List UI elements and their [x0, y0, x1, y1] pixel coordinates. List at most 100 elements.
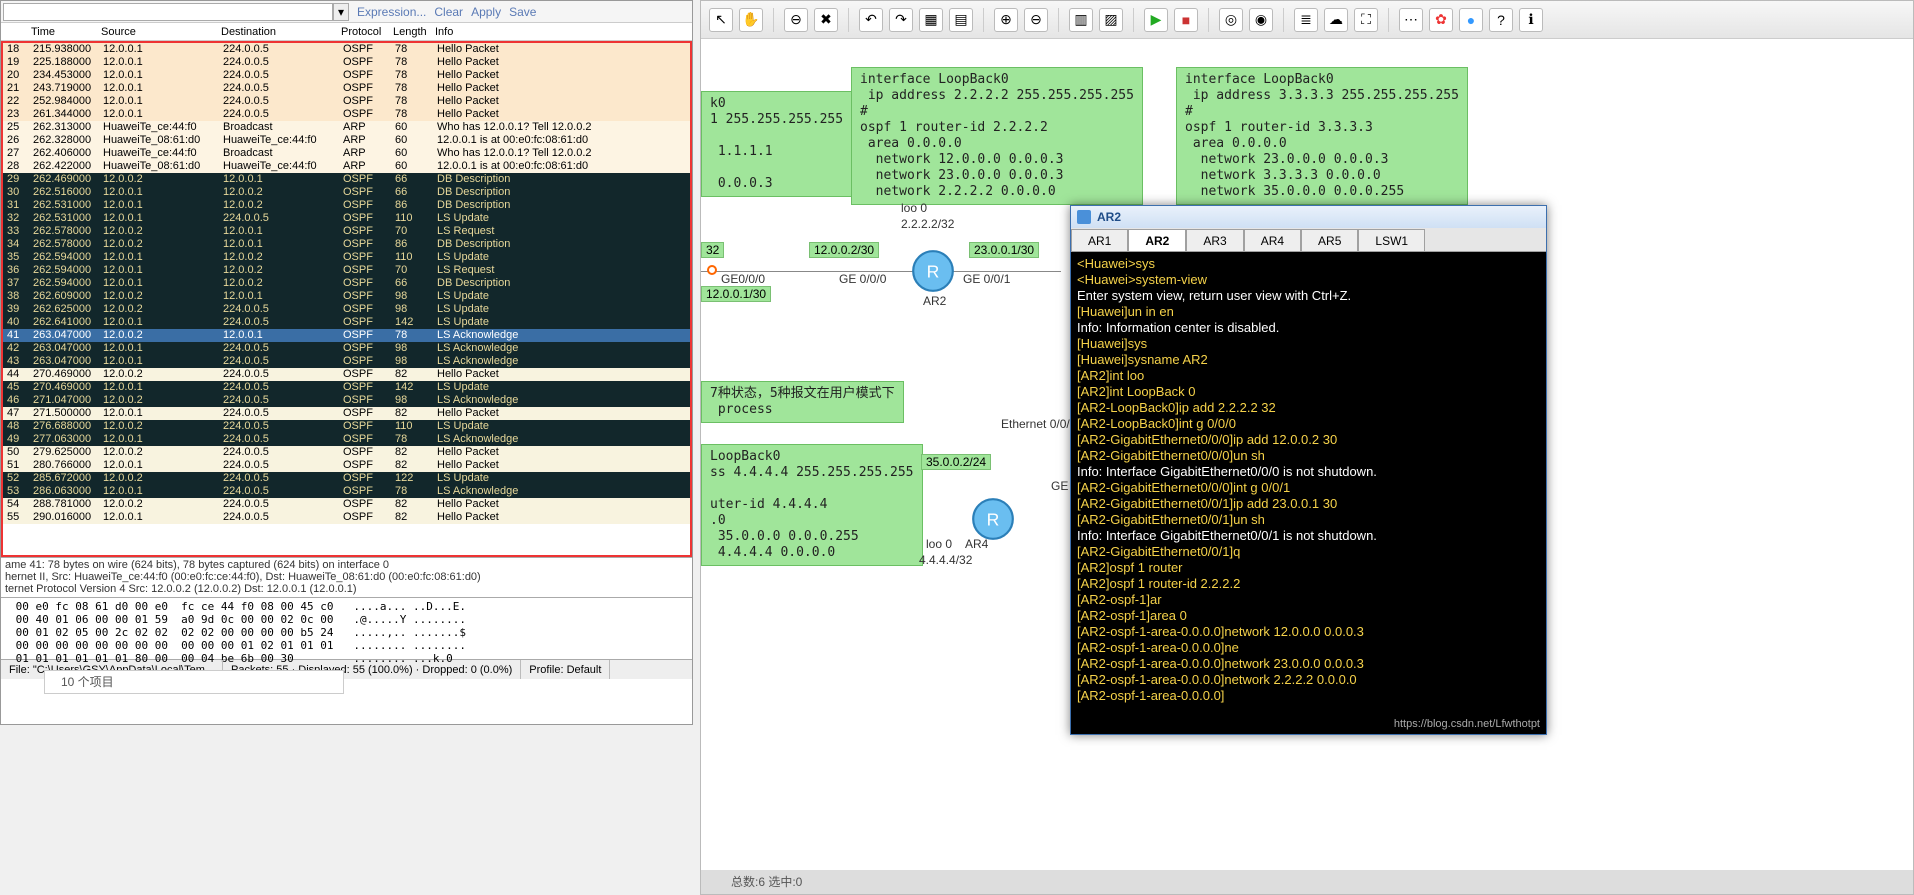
help-button[interactable]: ⋯ — [1399, 8, 1423, 32]
packet-row[interactable]: 36262.59400012.0.0.112.0.0.2OSPF70LS Req… — [3, 264, 690, 277]
fullscreen-button[interactable]: ⛶ — [1354, 8, 1378, 32]
packet-row[interactable]: 34262.57800012.0.0.212.0.0.1OSPF86DB Des… — [3, 238, 690, 251]
terminal-tab-ar1[interactable]: AR1 — [1071, 229, 1128, 251]
svg-text:R: R — [927, 262, 940, 282]
zoom-in-button[interactable]: ⊕ — [994, 8, 1018, 32]
packet-row[interactable]: 42263.04700012.0.0.1224.0.0.5OSPF98LS Ac… — [3, 342, 690, 355]
packet-row[interactable]: 51280.76600012.0.0.1224.0.0.5OSPF82Hello… — [3, 459, 690, 472]
lbl-eth001: Ethernet 0/0/1 — [1001, 417, 1076, 431]
delete-button[interactable]: ✖ — [814, 8, 838, 32]
chart1-button[interactable]: ▥ — [1069, 8, 1093, 32]
packet-row[interactable]: 33262.57800012.0.0.212.0.0.1OSPF70LS Req… — [3, 225, 690, 238]
capture2-button[interactable]: ◉ — [1249, 8, 1273, 32]
packet-row[interactable]: 37262.59400012.0.0.112.0.0.2OSPF66DB Des… — [3, 277, 690, 290]
apply-link[interactable]: Apply — [471, 5, 501, 19]
packet-row[interactable]: 19225.18800012.0.0.1224.0.0.5OSPF78Hello… — [3, 56, 690, 69]
cursor-button[interactable]: ↖ — [709, 8, 733, 32]
packet-row[interactable]: 47271.50000012.0.0.1224.0.0.5OSPF82Hello… — [3, 407, 690, 420]
packet-row[interactable]: 41263.04700012.0.0.212.0.0.1OSPF78LS Ack… — [3, 329, 690, 342]
zoom-out-button[interactable]: ⊖ — [784, 8, 808, 32]
router-ar2-icon[interactable]: R — [911, 249, 955, 293]
packet-row[interactable]: 45270.46900012.0.0.1224.0.0.5OSPF142LS U… — [3, 381, 690, 394]
packet-row[interactable]: 32262.53100012.0.0.1224.0.0.5OSPF110LS U… — [3, 212, 690, 225]
col-source[interactable]: Source — [97, 23, 217, 41]
zoom-out2-button[interactable]: ⊖ — [1024, 8, 1048, 32]
packet-row[interactable]: 20234.45300012.0.0.1224.0.0.5OSPF78Hello… — [3, 69, 690, 82]
packet-bytes[interactable]: 00 e0 fc 08 61 d0 00 e0 fc ce 44 f0 08 0… — [1, 597, 692, 659]
lbl-ip-23: 23.0.0.1/30 — [969, 242, 1039, 258]
packet-row[interactable]: 38262.60900012.0.0.212.0.0.1OSPF98LS Upd… — [3, 290, 690, 303]
i-button[interactable]: ℹ — [1519, 8, 1543, 32]
packet-row[interactable]: 50279.62500012.0.0.2224.0.0.5OSPF82Hello… — [3, 446, 690, 459]
list-button[interactable]: ≣ — [1294, 8, 1318, 32]
config-note-r2: interface LoopBack0 ip address 2.2.2.2 2… — [851, 67, 1143, 205]
packet-row[interactable]: 29262.46900012.0.0.212.0.0.1OSPF66DB Des… — [3, 173, 690, 186]
packet-row[interactable]: 39262.62500012.0.0.2224.0.0.5OSPF98LS Up… — [3, 303, 690, 316]
save-link[interactable]: Save — [509, 5, 536, 19]
packet-row[interactable]: 44270.46900012.0.0.2224.0.0.5OSPF82Hello… — [3, 368, 690, 381]
col-destination[interactable]: Destination — [217, 23, 337, 41]
router-ar4-icon[interactable]: R — [971, 497, 1015, 541]
clear-link[interactable]: Clear — [434, 5, 463, 19]
col-length[interactable]: Length — [389, 23, 431, 41]
terminal-tab-ar5[interactable]: AR5 — [1301, 229, 1358, 251]
packet-row[interactable]: 18215.93800012.0.0.1224.0.0.5OSPF78Hello… — [3, 43, 690, 56]
terminal-window[interactable]: AR2 AR1AR2AR3AR4AR5LSW1 <Huawei>sys<Huaw… — [1070, 205, 1547, 735]
wireshark-window: ▾ Expression... Clear Apply Save Time So… — [0, 0, 693, 725]
status-profile: Profile: Default — [521, 660, 610, 679]
filter-dropdown-icon[interactable]: ▾ — [333, 3, 349, 21]
packet-row[interactable]: 55290.01600012.0.0.1224.0.0.5OSPF82Hello… — [3, 511, 690, 524]
packet-row[interactable]: 27262.406000HuaweiTe_ce:44:f0BroadcastAR… — [3, 147, 690, 160]
packet-list[interactable]: 18215.93800012.0.0.1224.0.0.5OSPF78Hello… — [1, 41, 692, 557]
packet-details[interactable]: ame 41: 78 bytes on wire (624 bits), 78 … — [1, 557, 692, 597]
packet-row[interactable]: 40262.64100012.0.0.1224.0.0.5OSPF142LS U… — [3, 316, 690, 329]
file-items-bar: 10 个项目 — [44, 670, 344, 694]
packet-row[interactable]: 35262.59400012.0.0.112.0.0.2OSPF110LS Up… — [3, 251, 690, 264]
chart2-button[interactable]: ▨ — [1099, 8, 1123, 32]
doc2-button[interactable]: ▤ — [949, 8, 973, 32]
packet-row[interactable]: 43263.04700012.0.0.1224.0.0.5OSPF98LS Ac… — [3, 355, 690, 368]
terminal-tab-ar4[interactable]: AR4 — [1244, 229, 1301, 251]
question-button[interactable]: ? — [1489, 8, 1513, 32]
redo-button[interactable]: ↷ — [889, 8, 913, 32]
packet-row[interactable]: 53286.06300012.0.0.1224.0.0.5OSPF78LS Ac… — [3, 485, 690, 498]
expression-link[interactable]: Expression... — [357, 5, 426, 19]
config-note-r3: interface LoopBack0 ip address 3.3.3.3 2… — [1176, 67, 1468, 205]
packet-row[interactable]: 25262.313000HuaweiTe_ce:44:f0BroadcastAR… — [3, 121, 690, 134]
stop-button[interactable]: ■ — [1174, 8, 1198, 32]
packet-row[interactable]: 21243.71900012.0.0.1224.0.0.5OSPF78Hello… — [3, 82, 690, 95]
packet-row[interactable]: 26262.328000HuaweiTe_08:61:d0HuaweiTe_ce… — [3, 134, 690, 147]
doc1-button[interactable]: ▦ — [919, 8, 943, 32]
packet-row[interactable]: 28262.422000HuaweiTe_08:61:d0HuaweiTe_ce… — [3, 160, 690, 173]
terminal-tab-lsw1[interactable]: LSW1 — [1358, 229, 1425, 251]
ensp-status-bar: 总数:6 选中:0 — [701, 870, 1913, 894]
hand-button[interactable]: ✋ — [739, 8, 763, 32]
packet-row[interactable]: 46271.04700012.0.0.2224.0.0.5OSPF98LS Ac… — [3, 394, 690, 407]
packet-row[interactable]: 52285.67200012.0.0.2224.0.0.5OSPF122LS U… — [3, 472, 690, 485]
packet-row[interactable]: 22252.98400012.0.0.1224.0.0.5OSPF78Hello… — [3, 95, 690, 108]
packet-row[interactable]: 30262.51600012.0.0.112.0.0.2OSPF66DB Des… — [3, 186, 690, 199]
undo-button[interactable]: ↶ — [859, 8, 883, 32]
col-protocol[interactable]: Protocol — [337, 23, 389, 41]
terminal-output[interactable]: <Huawei>sys<Huawei>system-viewEnter syst… — [1071, 252, 1546, 708]
lbl-ip-12-1: 12.0.0.1/30 — [701, 286, 771, 302]
packet-row[interactable]: 48276.68800012.0.0.2224.0.0.5OSPF110LS U… — [3, 420, 690, 433]
huawei-button[interactable]: ✿ — [1429, 8, 1453, 32]
capture-button[interactable]: ◎ — [1219, 8, 1243, 32]
port-dot-icon — [707, 265, 717, 275]
packet-row[interactable]: 49277.06300012.0.0.1224.0.0.5OSPF78LS Ac… — [3, 433, 690, 446]
packet-row[interactable]: 54288.78100012.0.0.2224.0.0.5OSPF82Hello… — [3, 498, 690, 511]
link-line — [701, 271, 1061, 272]
filter-input[interactable] — [3, 3, 333, 21]
play-button[interactable]: ▶ — [1144, 8, 1168, 32]
col-time[interactable]: Time — [27, 23, 97, 41]
terminal-tab-ar3[interactable]: AR3 — [1186, 229, 1243, 251]
cloud-button[interactable]: ☁ — [1324, 8, 1348, 32]
col-info[interactable]: Info — [431, 23, 691, 41]
terminal-titlebar[interactable]: AR2 — [1071, 206, 1546, 228]
packet-list-header: Time Source Destination Protocol Length … — [1, 23, 692, 41]
blue-button[interactable]: ● — [1459, 8, 1483, 32]
packet-row[interactable]: 23261.34400012.0.0.1224.0.0.5OSPF78Hello… — [3, 108, 690, 121]
terminal-tab-ar2[interactable]: AR2 — [1128, 229, 1186, 251]
packet-row[interactable]: 31262.53100012.0.0.112.0.0.2OSPF86DB Des… — [3, 199, 690, 212]
